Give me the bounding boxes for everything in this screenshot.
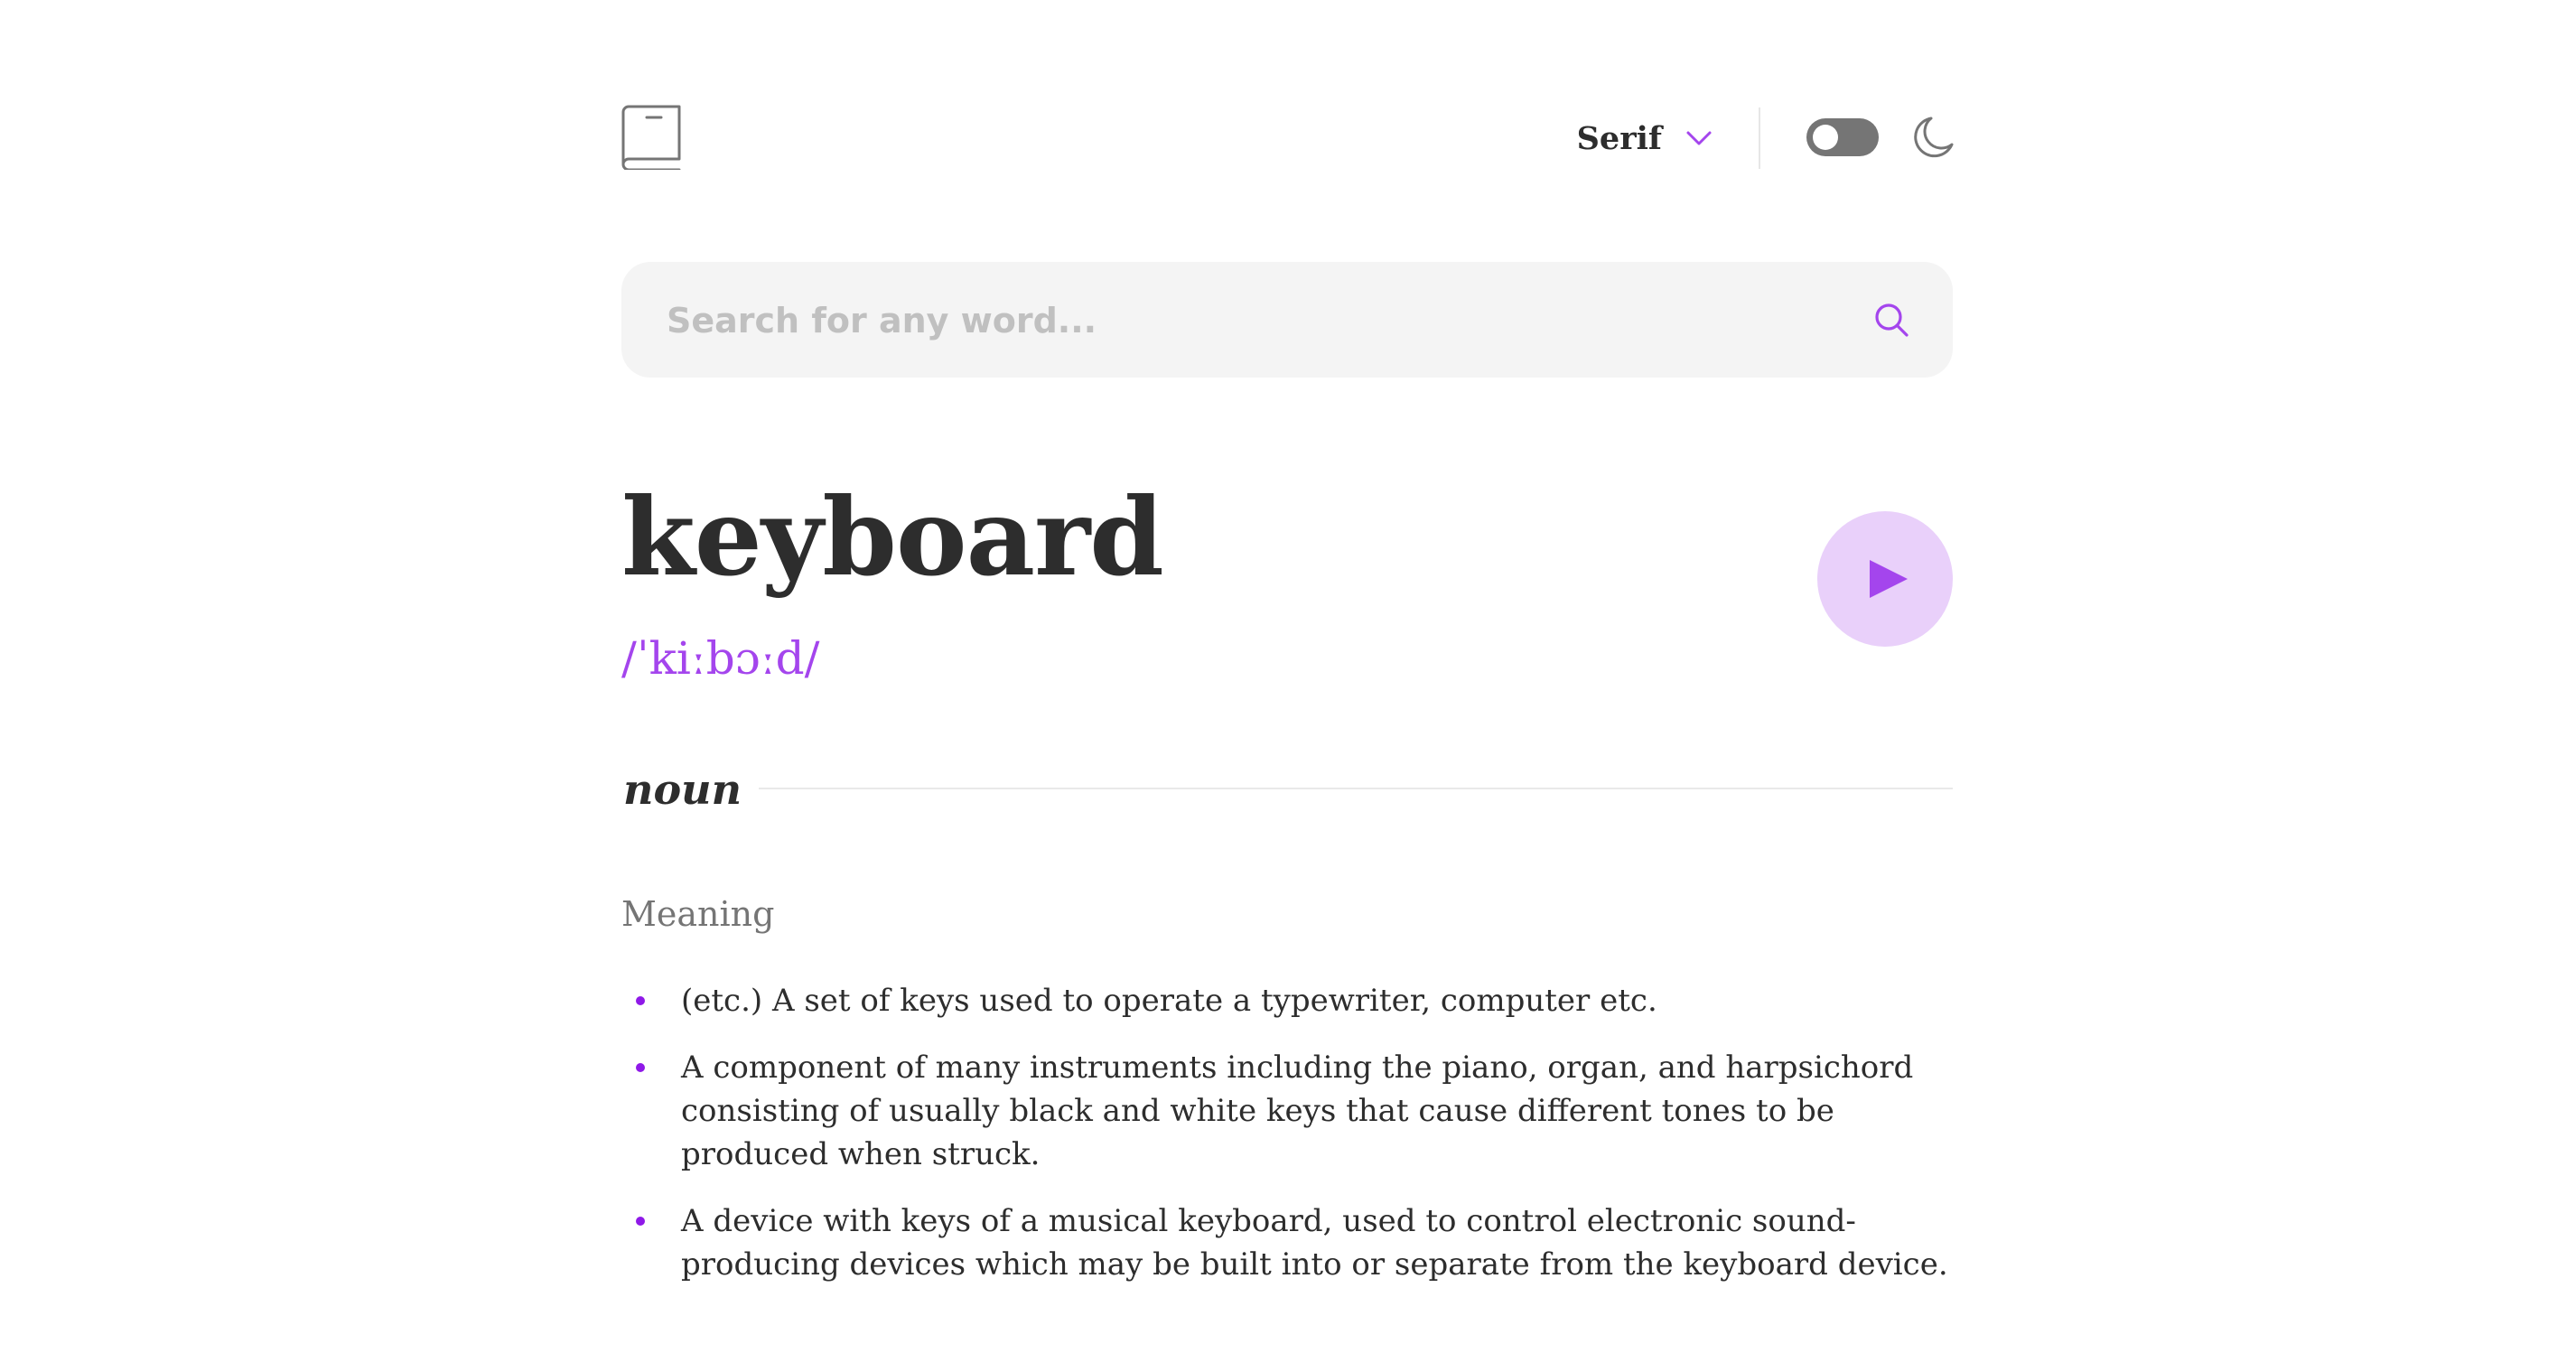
definition-item: A component of many instruments includin… bbox=[621, 1046, 1953, 1176]
play-audio-button[interactable] bbox=[1817, 511, 1953, 647]
definition-list: (etc.) A set of keys used to operate a t… bbox=[621, 979, 1953, 1310]
moon-icon bbox=[1914, 117, 1954, 158]
part-of-speech: noun bbox=[623, 765, 742, 814]
header-divider bbox=[1759, 107, 1760, 169]
definition-item: A device with keys of a musical keyboard… bbox=[621, 1199, 1953, 1286]
word-title: keyboard bbox=[621, 474, 1164, 600]
bullet-icon bbox=[636, 996, 645, 1005]
search-bar bbox=[621, 262, 1953, 378]
definition-text: (etc.) A set of keys used to operate a t… bbox=[681, 983, 1657, 1019]
definition-text: A device with keys of a musical keyboard… bbox=[681, 1203, 1948, 1283]
bullet-icon bbox=[636, 1217, 645, 1226]
meaning-heading: Meaning bbox=[621, 894, 775, 934]
font-select[interactable]: Serif bbox=[1577, 116, 1713, 161]
definition-item: (etc.) A set of keys used to operate a t… bbox=[621, 979, 1953, 1022]
search-input[interactable] bbox=[665, 287, 1843, 354]
book-icon[interactable] bbox=[621, 105, 681, 170]
section-divider bbox=[759, 788, 1953, 789]
chevron-down-icon bbox=[1686, 131, 1712, 145]
theme-toggle-knob bbox=[1813, 125, 1838, 150]
phonetic-text: /ˈkiːbɔːd/ bbox=[621, 632, 820, 685]
part-of-speech-row: noun bbox=[621, 755, 1953, 827]
play-icon bbox=[1870, 560, 1908, 598]
search-icon[interactable] bbox=[1873, 302, 1909, 338]
theme-toggle[interactable] bbox=[1806, 118, 1879, 156]
bullet-icon bbox=[636, 1063, 645, 1072]
header: Serif bbox=[621, 101, 1954, 173]
app-container: Serif keyboard /ˈkiːbɔːd/ noun Meaning bbox=[621, 0, 1954, 1353]
definition-text: A component of many instruments includin… bbox=[681, 1050, 1914, 1172]
font-select-label: Serif bbox=[1576, 119, 1662, 157]
